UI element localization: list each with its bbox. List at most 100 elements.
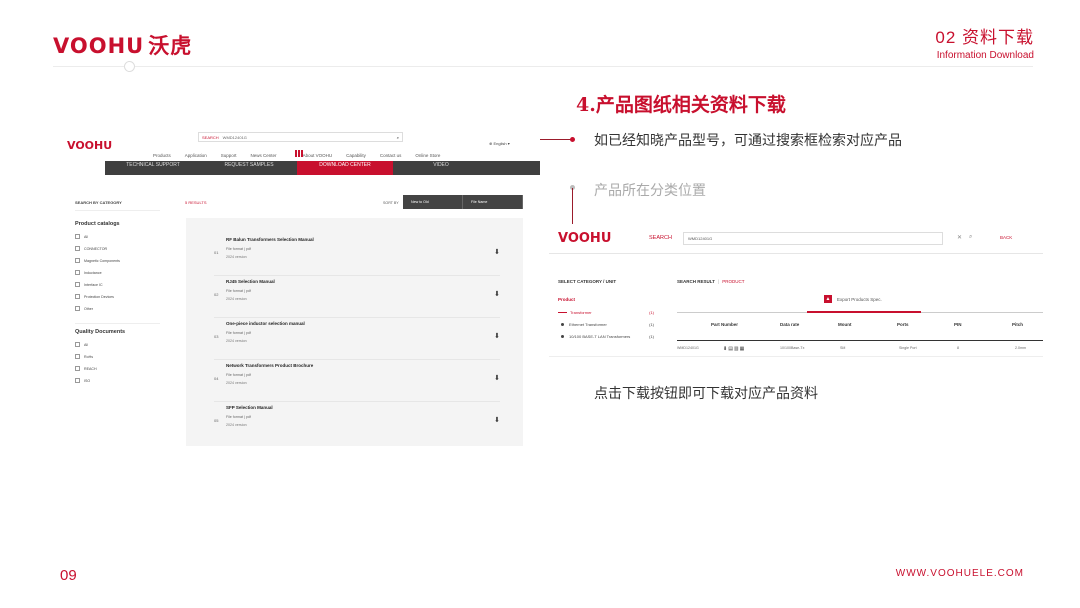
nav-news[interactable]: News Center xyxy=(251,153,277,158)
filter-item[interactable]: Protection Devices xyxy=(75,294,160,299)
file-title[interactable]: SFP Selection Manual xyxy=(226,405,273,410)
list-item: 04 Network Transformers Product Brochure… xyxy=(214,362,500,402)
download-icon[interactable]: ⬇ xyxy=(494,374,500,382)
checkbox[interactable] xyxy=(75,282,80,287)
list-item: 03 One-piece inductor selection manual F… xyxy=(214,320,500,360)
checkbox[interactable] xyxy=(75,366,80,371)
result-breadcrumb: SEARCH RESULT | PRODUCT xyxy=(677,279,745,284)
filter-item[interactable]: CONNECTOR xyxy=(75,246,160,251)
group-product-catalogs: Product catalogs xyxy=(75,221,120,227)
sort-controls: New to Old File Name xyxy=(403,195,523,209)
checkbox[interactable] xyxy=(75,270,80,275)
category-item[interactable]: Ethernet Transformer (1) xyxy=(558,322,654,327)
checkbox[interactable] xyxy=(75,354,80,359)
list-item: 01 RF Balun Transformers Selection Manua… xyxy=(214,236,500,276)
download-icon[interactable]: ⬇ xyxy=(494,290,500,298)
file-title[interactable]: One-piece inductor selection manual xyxy=(226,321,305,326)
group-quality-documents: Quality Documents xyxy=(75,323,160,335)
cell-part-number[interactable]: WMD12401G xyxy=(677,346,699,350)
clear-icon[interactable]: ✕ xyxy=(957,234,962,241)
file-title[interactable]: Network Transformers Product Brochure xyxy=(226,363,313,368)
download-list: 01 RF Balun Transformers Selection Manua… xyxy=(186,218,523,446)
download-center-screenshot: VOOHU SEARCH WMD12401G ⌕ ⊕ English ▾ Pro… xyxy=(53,128,540,458)
search-icon[interactable]: ⌕ xyxy=(969,234,972,241)
checkbox[interactable] xyxy=(75,258,80,263)
header-divider-dot xyxy=(124,61,135,72)
tab-technical-support[interactable]: TECHNICAL SUPPORT xyxy=(105,161,201,175)
cell-ports: Single Port xyxy=(899,346,917,350)
category-item[interactable]: Transformer (1) xyxy=(558,310,654,315)
cell-pin: 8 xyxy=(957,346,959,350)
filter-item[interactable]: Other xyxy=(75,306,160,311)
col-mount: Mount xyxy=(838,322,852,327)
filter-item[interactable]: Magnetic Components xyxy=(75,258,160,263)
nav-about[interactable]: About VOOHU xyxy=(303,153,333,158)
category-sidebar: SEARCH BY CATEGORY Product catalogs All … xyxy=(75,200,160,390)
nav-store[interactable]: Online Store xyxy=(415,153,440,158)
row-action-icons[interactable]: ⬇▤▥▦ xyxy=(723,346,745,352)
nav-support[interactable]: Support xyxy=(221,153,237,158)
download-icon[interactable]: ⬇ xyxy=(494,248,500,256)
bullet xyxy=(561,335,564,338)
brand-logo: VOOHU 沃虎 xyxy=(53,34,193,58)
category-item[interactable]: 10/100 BASE-T LAN Transformers (1) xyxy=(558,334,654,339)
nav-products[interactable]: Products xyxy=(153,153,171,158)
filter-item[interactable]: All xyxy=(75,234,160,239)
table-header-rule xyxy=(677,340,1043,341)
search-input[interactable]: WMD12401G xyxy=(683,232,943,245)
sort-name-select[interactable]: File Name xyxy=(463,195,523,209)
filter-item[interactable]: RoHs xyxy=(75,354,160,359)
tab-video[interactable]: VIDEO xyxy=(393,161,489,175)
checkbox[interactable] xyxy=(75,306,80,311)
sort-date-select[interactable]: New to Old xyxy=(403,195,463,209)
cell-pitch: 2.0mm xyxy=(1015,346,1026,350)
section-heading: 02 资料下载 Information Download xyxy=(935,23,1034,61)
tab-spacer xyxy=(79,161,105,175)
slide-title: 4.产品图纸相关资料下载 xyxy=(576,94,786,116)
language-selector[interactable]: ⊕ English ▾ xyxy=(489,141,510,146)
download-icon[interactable]: ⬇ xyxy=(494,332,500,340)
search-icon[interactable]: ⌕ xyxy=(397,135,399,140)
checkbox[interactable] xyxy=(75,342,80,347)
col-data-rate: Data rate xyxy=(780,322,800,327)
tab-download-center[interactable]: DOWNLOAD CENTER xyxy=(297,161,393,175)
filter-item[interactable]: All xyxy=(75,342,160,347)
tab-request-samples[interactable]: REQUEST SAMPLES xyxy=(201,161,297,175)
col-pin: PIN xyxy=(954,322,962,327)
col-part-number: Part Number xyxy=(711,322,739,327)
export-icon: ▲ xyxy=(824,295,832,303)
checkbox[interactable] xyxy=(75,294,80,299)
header-divider xyxy=(53,66,1033,67)
bullet xyxy=(561,323,564,326)
search-input[interactable]: SEARCH WMD12401G ⌕ xyxy=(198,132,403,142)
nav-contact[interactable]: Contact us xyxy=(380,153,402,158)
active-marker xyxy=(558,312,567,313)
download-icon[interactable]: ⬇ xyxy=(494,416,500,424)
back-button[interactable]: BACK xyxy=(1000,235,1012,240)
active-tab-underline xyxy=(807,311,921,313)
checkbox[interactable] xyxy=(75,378,80,383)
checkbox[interactable] xyxy=(75,246,80,251)
note-category: 产品所在分类位置 xyxy=(594,182,706,198)
page-number: 09 xyxy=(60,567,77,584)
filter-item[interactable]: Interface IC xyxy=(75,282,160,287)
checkbox[interactable] xyxy=(75,234,80,239)
nav-capability[interactable]: Capability xyxy=(346,153,366,158)
export-spec-button[interactable]: ▲ Export Products Spec. xyxy=(824,295,882,303)
filter-item[interactable]: REACH xyxy=(75,366,160,371)
sort-label: SORT BY xyxy=(383,201,399,205)
filter-item[interactable]: ISO xyxy=(75,378,160,383)
filter-item[interactable]: Inductance xyxy=(75,270,160,275)
support-tabs: TECHNICAL SUPPORT REQUEST SAMPLES DOWNLO… xyxy=(79,161,540,175)
nav-application[interactable]: Application xyxy=(185,153,207,158)
product-group-label: Product xyxy=(558,297,576,302)
grid-menu-icon[interactable] xyxy=(295,150,303,157)
file-title[interactable]: RF Balun Transformers Selection Manual xyxy=(226,237,314,242)
site-logo: VOOHU xyxy=(558,231,612,246)
sidebar-header: SEARCH BY CATEGORY xyxy=(75,200,160,211)
section-title: 02 资料下载 xyxy=(935,28,1034,47)
website-url: WWW.VOOHUELE.COM xyxy=(895,568,1024,579)
site-logo: VOOHU xyxy=(67,139,113,152)
file-title[interactable]: RJ45 Selection Manual xyxy=(226,279,275,284)
note-dot xyxy=(570,137,575,142)
